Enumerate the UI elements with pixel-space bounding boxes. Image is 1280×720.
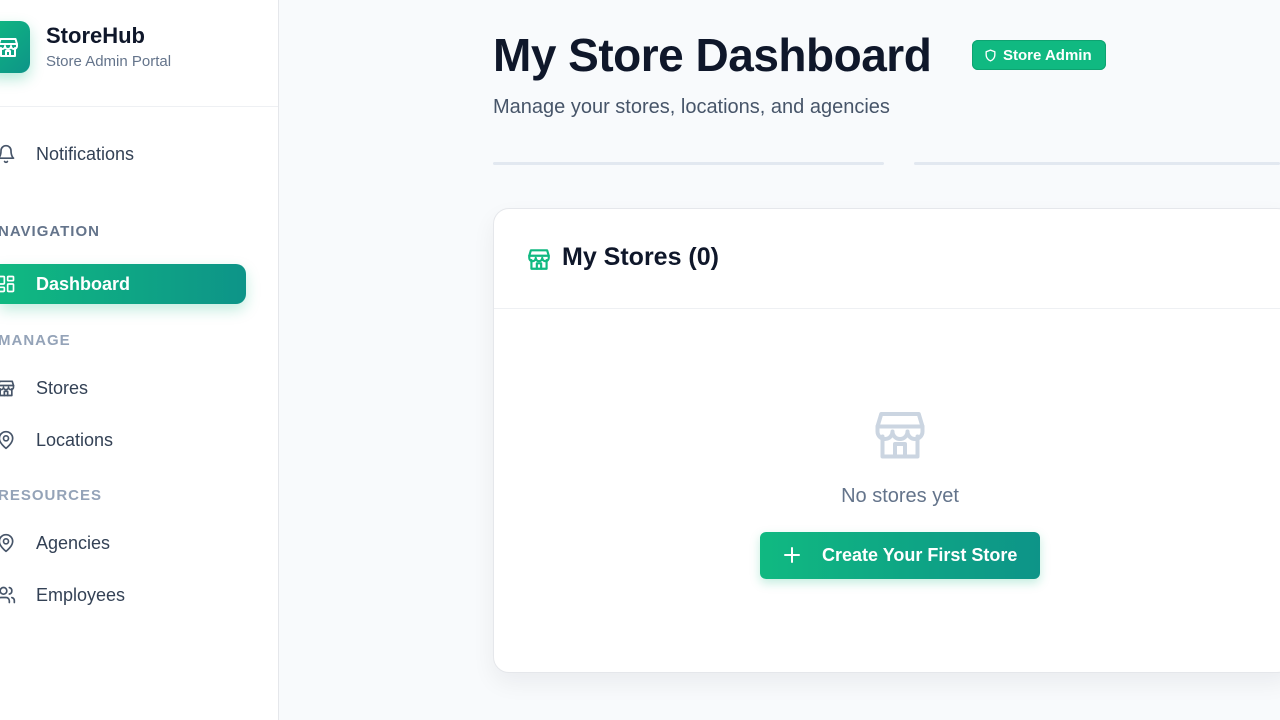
sidebar-item-label: Locations (36, 429, 114, 450)
sidebar: StoreHub Store Admin Portal Notification… (0, 0, 279, 720)
page-title: My Store Dashboard (493, 29, 932, 81)
users-icon (0, 583, 18, 607)
section-label-manage: MANAGE (0, 332, 71, 349)
stores-card: My Stores (0) No stores yet Create Your … (493, 208, 1280, 673)
app-root: StoreHub Store Admin Portal Notification… (0, 0, 1280, 720)
sidebar-item-notifications[interactable]: Notifications (0, 134, 246, 174)
store-icon (0, 376, 18, 400)
sidebar-item-label: Employees (36, 584, 126, 605)
brand-name: StoreHub (46, 23, 145, 48)
sidebar-item-employees[interactable]: Employees (0, 575, 246, 615)
brand-subtitle: Store Admin Portal (46, 53, 172, 70)
sidebar-item-label: Stores (36, 377, 89, 398)
location-pin-icon (0, 531, 18, 555)
role-badge-label: Store Admin (1003, 46, 1092, 64)
tab-indicator[interactable] (493, 162, 884, 165)
sidebar-item-label: Dashboard (36, 273, 131, 294)
bell-icon (0, 142, 18, 166)
tab-indicator[interactable] (914, 162, 1280, 165)
section-label-resources: RESOURCES (0, 487, 103, 504)
page-subtitle: Manage your stores, locations, and agenc… (493, 96, 890, 118)
store-icon (870, 404, 930, 464)
store-logo-icon (0, 21, 30, 73)
sidebar-item-label: Notifications (36, 143, 135, 164)
sidebar-item-stores[interactable]: Stores (0, 368, 246, 408)
card-title: My Stores (0) (562, 243, 719, 271)
location-pin-icon (0, 428, 18, 452)
role-badge: Store Admin (972, 40, 1106, 70)
card-header: My Stores (0) (494, 209, 1280, 309)
sidebar-item-agencies[interactable]: Agencies (0, 523, 246, 563)
dashboard-icon (0, 272, 18, 296)
store-icon (526, 246, 552, 272)
section-label-navigation: NAVIGATION (0, 223, 100, 240)
plus-icon (780, 543, 804, 567)
sidebar-item-label: Agencies (36, 532, 111, 553)
sidebar-item-dashboard[interactable]: Dashboard (0, 264, 246, 304)
empty-state-text: No stores yet (841, 485, 959, 507)
create-store-button-label: Create Your First Store (822, 545, 1018, 565)
shield-icon (985, 48, 996, 62)
create-store-button[interactable]: Create Your First Store (760, 532, 1040, 579)
divider (0, 106, 278, 107)
sidebar-item-locations[interactable]: Locations (0, 420, 246, 460)
brand[interactable]: StoreHub Store Admin Portal (0, 20, 171, 74)
